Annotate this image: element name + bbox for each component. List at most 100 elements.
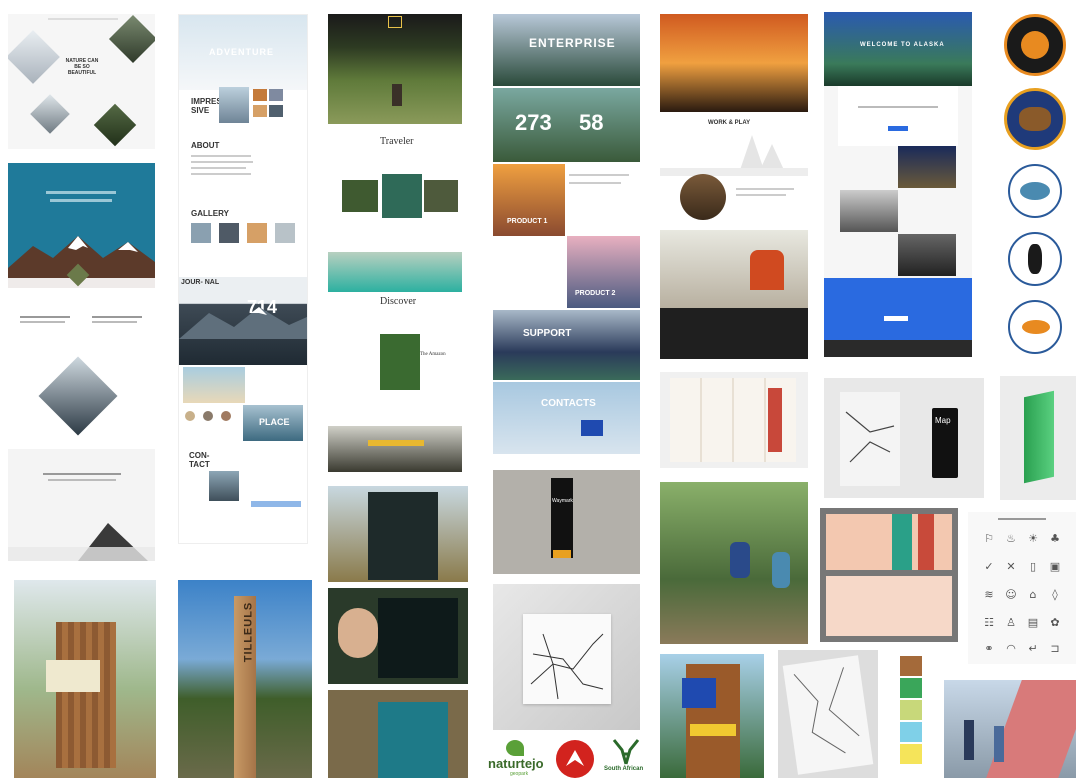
lake-image (328, 252, 462, 292)
tile-hikers (660, 482, 808, 644)
tile-nature-diamonds: NATURE CAN BE SO BEAUTIFUL (8, 14, 155, 149)
hiker-photo (660, 230, 808, 308)
grid-icon: ☷ (984, 616, 994, 629)
hero-image: ADVENTURE (179, 15, 307, 90)
contact-card (581, 420, 603, 436)
gallery-thumb[interactable] (247, 223, 267, 243)
tile-climbing-wall (944, 680, 1076, 778)
sun-icon: ☀ (1028, 532, 1038, 545)
footer-dark (660, 308, 808, 359)
map-booklet-label: Map (935, 416, 951, 425)
photo (342, 180, 378, 212)
support-section: SUPPORT (493, 310, 640, 380)
poster-top (826, 514, 952, 570)
text-line (569, 174, 629, 176)
wood-post-sign (56, 622, 116, 768)
product-1-image: PRODUCT 1 (493, 164, 565, 236)
tile-misty-peak (8, 449, 155, 561)
text-line (50, 199, 112, 202)
tile-waymark-sign: Waymark (493, 470, 640, 574)
lock-icon: ⌂ (1029, 588, 1037, 601)
gallery-thumb[interactable] (219, 223, 239, 243)
enterprise-title: ENTERPRISE (529, 36, 616, 50)
text-line (48, 479, 116, 481)
gallery-thumb[interactable] (275, 223, 295, 243)
adventure-title: ADVENTURE (209, 47, 275, 57)
contacts-section: CONTACTS (493, 382, 640, 454)
sunset-hero (660, 14, 808, 112)
map-sheet (670, 378, 796, 462)
palette-swatch (900, 744, 922, 764)
text-line (736, 188, 794, 190)
city-photo (898, 146, 956, 188)
trash-icon: ♙ (1006, 616, 1016, 629)
bear-photo (898, 234, 956, 276)
text-line (92, 316, 142, 318)
submit-button[interactable] (251, 501, 301, 507)
contact-photo (209, 471, 239, 501)
backpack (730, 542, 750, 578)
fire-icon: ♨ (1006, 532, 1016, 545)
intro-card (838, 86, 958, 146)
gorilla-icon (1021, 31, 1049, 59)
cta-button[interactable] (888, 126, 908, 131)
nav-bar (48, 18, 118, 20)
footer-image (328, 426, 462, 472)
icon-set-title (998, 518, 1046, 520)
coffee-photo (680, 174, 726, 220)
photo (382, 174, 422, 218)
photo (269, 89, 283, 101)
tile-adventure-page: ADVENTURE IMPRES- SIVE ABOUT GALLERY JOU… (178, 14, 308, 544)
photo (253, 105, 267, 117)
tile-forest-sign-3 (328, 690, 468, 778)
eagle-logo (556, 740, 594, 778)
tree-icon: ♣ (1050, 532, 1060, 545)
south-african-text: South African (604, 766, 644, 772)
bridge-photo (380, 334, 420, 390)
hero-jungle (328, 14, 462, 124)
waymark-label: Waymark (552, 498, 573, 504)
wifi-icon: ≋ (984, 588, 994, 601)
tile-welcome-page: WELCOME TO ALASKA (824, 12, 972, 357)
tile-icon-set: ⚐ ♨ ☀ ♣ ✓ ✕ ▯ ▣ ≋ ☺ ⌂ ◊ ☷ ♙ ▤ ✿ ⚭ ◠ ↵ ⊐ (968, 512, 1076, 664)
photo (424, 180, 458, 212)
text-line (92, 321, 137, 323)
welcome-hero: WELCOME TO ALASKA (824, 12, 972, 86)
stat-1: 273 (515, 110, 552, 135)
cta-section (824, 278, 972, 340)
cta-button[interactable] (884, 316, 908, 321)
naturtejo-logo: naturtejo geopark (488, 740, 548, 778)
tree-silhouettes (660, 135, 808, 176)
bird-icon (1022, 320, 1050, 334)
text-line (736, 194, 786, 196)
photo (219, 87, 249, 123)
wood-pole: TILLEULS (234, 596, 256, 778)
door-icon: ⊐ (1050, 642, 1060, 655)
map-panel (378, 598, 458, 678)
drop-icon: ◊ (1052, 588, 1058, 601)
subscribe-button[interactable] (368, 440, 424, 446)
traveler-figure (392, 84, 402, 106)
backpack (772, 552, 790, 588)
welcome-title: WELCOME TO ALASKA (860, 42, 945, 48)
text-line (20, 316, 70, 318)
product-1-label: PRODUCT 1 (507, 218, 548, 225)
antelope-icon (612, 739, 640, 765)
work-play-heading: WORK & PLAY (708, 120, 751, 126)
bird-badge (1008, 300, 1062, 354)
red-jacket (750, 250, 784, 290)
bike-icon: ⚭ (984, 642, 994, 655)
tile-poster-grid (820, 508, 958, 642)
penguin-icon (1028, 244, 1042, 274)
text-line (191, 173, 251, 175)
yellow-band (690, 724, 736, 736)
contact-heading: CON- TACT (189, 451, 210, 469)
tile-green-booklet (1000, 376, 1076, 500)
mountain-diamond-2 (108, 14, 155, 64)
paw-icon: ✿ (1050, 616, 1060, 629)
text-line (20, 321, 65, 323)
gallery-thumb[interactable] (191, 223, 211, 243)
california-parks-badge (1004, 88, 1066, 150)
booklet (1024, 390, 1054, 484)
poster-stripe (918, 514, 934, 570)
